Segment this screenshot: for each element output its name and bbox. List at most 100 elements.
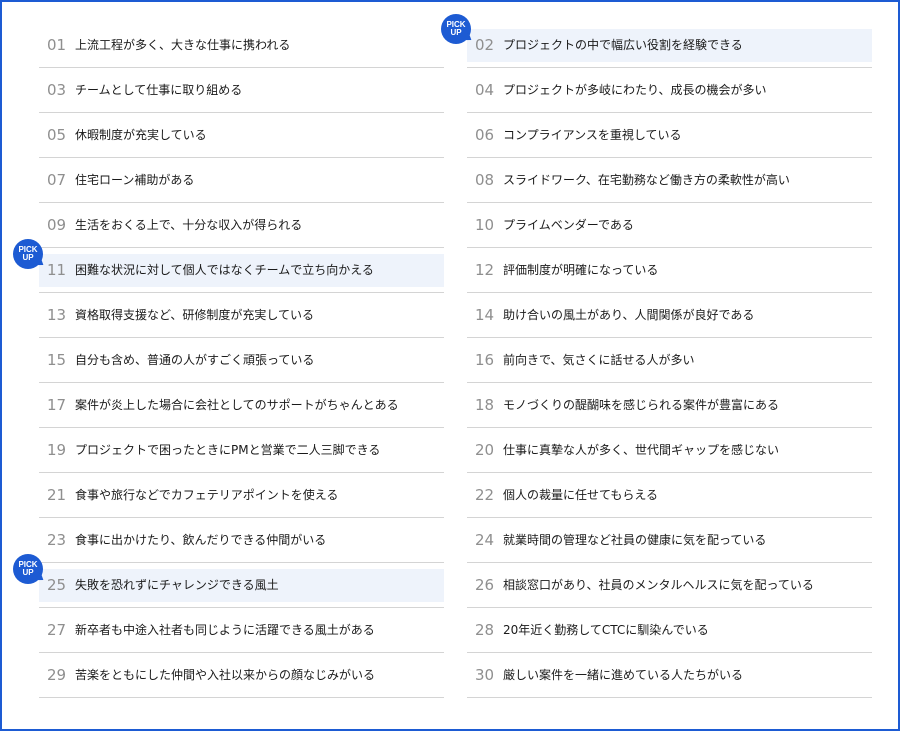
list-item: 20 仕事に真摯な人が多く、世代間ギャップを感じない [467, 428, 872, 473]
pickup-badge-line2: UP [22, 568, 34, 577]
item-text: 困難な状況に対して個人ではなくチームで立ち向かえる [75, 263, 374, 277]
item-number: 05 [47, 126, 67, 144]
item-text: 失敗を恐れずにチャレンジできる風土 [75, 578, 279, 592]
item-text: 前向きで、気さくに話せる人が多い [503, 353, 695, 367]
item-text: プロジェクトの中で幅広い役割を経験できる [503, 38, 743, 52]
item-text: 食事や旅行などでカフェテリアポイントを使える [75, 488, 339, 502]
item-text: 案件が炎上した場合に会社としてのサポートがちゃんとある [75, 398, 399, 412]
item-number: 20 [475, 441, 495, 459]
item-text: 食事に出かけたり、飲んだりできる仲間がいる [75, 533, 327, 547]
pickup-badge-line2: UP [450, 28, 462, 37]
list-item: 18 モノづくりの醍醐味を感じられる案件が豊富にある [467, 383, 872, 428]
item-text: 評価制度が明確になっている [503, 263, 659, 277]
list-item: 19 プロジェクトで困ったときにPMと営業で二人三脚できる [39, 428, 444, 473]
pickup-badge-line2: UP [22, 253, 34, 262]
pickup-badge: PICK UP [441, 14, 471, 44]
item-text: 住宅ローン補助がある [75, 173, 195, 187]
item-number: 22 [475, 486, 495, 504]
list-item: 16 前向きで、気さくに話せる人が多い [467, 338, 872, 383]
list-item: 08 スライドワーク、在宅勤務など働き方の柔軟性が高い [467, 158, 872, 203]
list-item: 24 就業時間の管理など社員の健康に気を配っている [467, 518, 872, 563]
item-number: 12 [475, 261, 495, 279]
item-number: 19 [47, 441, 67, 459]
item-text: 生活をおくる上で、十分な収入が得られる [75, 218, 303, 232]
list-item: 13 資格取得支援など、研修制度が充実している [39, 293, 444, 338]
item-number: 24 [475, 531, 495, 549]
row-divider [467, 697, 872, 698]
item-number: 11 [47, 261, 67, 279]
list-item: 17 案件が炎上した場合に会社としてのサポートがちゃんとある [39, 383, 444, 428]
item-number: 16 [475, 351, 495, 369]
item-text: 個人の裁量に任せてもらえる [503, 488, 659, 502]
item-number: 25 [47, 576, 67, 594]
list-item: 15 自分も含め、普通の人がすごく頑張っている [39, 338, 444, 383]
row-divider [39, 697, 444, 698]
item-text: 苦楽をともにした仲間や入社以来からの顔なじみがいる [75, 668, 376, 682]
list-item: PICK UP 11 困難な状況に対して個人ではなくチームで立ち向かえる [13, 239, 444, 293]
item-number: 15 [47, 351, 67, 369]
list-item: 01 上流工程が多く、大きな仕事に携われる [39, 23, 444, 68]
item-number: 09 [47, 216, 67, 234]
item-text: 相談窓口があり、社員のメンタルヘルスに気を配っている [503, 578, 814, 592]
item-number: 04 [475, 81, 495, 99]
left-column: 01 上流工程が多く、大きな仕事に携われる 03 チームとして仕事に取り組める 05 休暇… [13, 23, 444, 698]
item-text: 助け合いの風土があり、人間関係が良好である [503, 308, 755, 322]
item-number: 21 [47, 486, 67, 504]
item-text: 上流工程が多く、大きな仕事に携われる [75, 38, 291, 52]
item-number: 01 [47, 36, 67, 54]
list-item: 28 20年近く勤務してCTCに馴染んでいる [467, 608, 872, 653]
list-item: PICK UP 25 失敗を恐れずにチャレンジできる風土 [13, 554, 444, 608]
list-item: 27 新卒者も中途入社者も同じように活躍できる風土がある [39, 608, 444, 653]
item-text: 資格取得支援など、研修制度が充実している [75, 308, 315, 322]
item-text: モノづくりの醍醐味を感じられる案件が豊富にある [503, 398, 780, 412]
item-text: 仕事に真摯な人が多く、世代間ギャップを感じない [503, 443, 780, 457]
list-item: 07 住宅ローン補助がある [39, 158, 444, 203]
item-number: 02 [475, 36, 495, 54]
item-text: コンプライアンスを重視している [503, 128, 682, 142]
list-item: 09 生活をおくる上で、十分な収入が得られる [39, 203, 444, 248]
pickup-badge: PICK UP [13, 554, 43, 584]
item-text: 休暇制度が充実している [75, 128, 207, 142]
item-number: 28 [475, 621, 495, 639]
item-text: プロジェクトで困ったときにPMと営業で二人三脚できる [75, 443, 381, 457]
item-number: 13 [47, 306, 67, 324]
item-text: 就業時間の管理など社員の健康に気を配っている [503, 533, 767, 547]
pickup-badge: PICK UP [13, 239, 43, 269]
list-item: 14 助け合いの風土があり、人間関係が良好である [467, 293, 872, 338]
item-number: 23 [47, 531, 67, 549]
list-item: 12 評価制度が明確になっている [467, 248, 872, 293]
item-number: 03 [47, 81, 67, 99]
item-text: 厳しい案件を一緒に進めている人たちがいる [503, 668, 744, 682]
list-frame: 01 上流工程が多く、大きな仕事に携われる 03 チームとして仕事に取り組める 05 休暇… [0, 0, 900, 731]
item-number: 30 [475, 666, 495, 684]
list-item: 30 厳しい案件を一緒に進めている人たちがいる [467, 653, 872, 698]
item-text: チームとして仕事に取り組める [75, 83, 243, 97]
item-number: 07 [47, 171, 67, 189]
item-text: スライドワーク、在宅勤務など働き方の柔軟性が高い [503, 173, 790, 187]
list-item: PICK UP 02 プロジェクトの中で幅広い役割を経験できる [441, 14, 872, 68]
list-item: 22 個人の裁量に任せてもらえる [467, 473, 872, 518]
list-item: 06 コンプライアンスを重視している [467, 113, 872, 158]
item-number: 29 [47, 666, 67, 684]
item-number: 17 [47, 396, 67, 414]
item-number: 06 [475, 126, 495, 144]
item-text: 20年近く勤務してCTCに馴染んでいる [503, 623, 709, 637]
list-item: 04 プロジェクトが多岐にわたり、成長の機会が多い [467, 68, 872, 113]
list-item: 10 プライムベンダーである [467, 203, 872, 248]
item-text: プライムベンダーである [503, 218, 634, 232]
item-number: 26 [475, 576, 495, 594]
list-item: 23 食事に出かけたり、飲んだりできる仲間がいる [39, 518, 444, 563]
list-item: 05 休暇制度が充実している [39, 113, 444, 158]
right-column: PICK UP 02 プロジェクトの中で幅広い役割を経験できる 04 プロジェクトが多岐に… [441, 14, 872, 698]
list-item: 26 相談窓口があり、社員のメンタルヘルスに気を配っている [467, 563, 872, 608]
item-number: 10 [475, 216, 495, 234]
list-item: 29 苦楽をともにした仲間や入社以来からの顔なじみがいる [39, 653, 444, 698]
list-item: 21 食事や旅行などでカフェテリアポイントを使える [39, 473, 444, 518]
item-text: プロジェクトが多岐にわたり、成長の機会が多い [503, 83, 767, 97]
item-number: 08 [475, 171, 495, 189]
item-number: 27 [47, 621, 67, 639]
list-item: 03 チームとして仕事に取り組める [39, 68, 444, 113]
item-number: 14 [475, 306, 495, 324]
item-text: 自分も含め、普通の人がすごく頑張っている [75, 353, 315, 367]
item-number: 18 [475, 396, 495, 414]
